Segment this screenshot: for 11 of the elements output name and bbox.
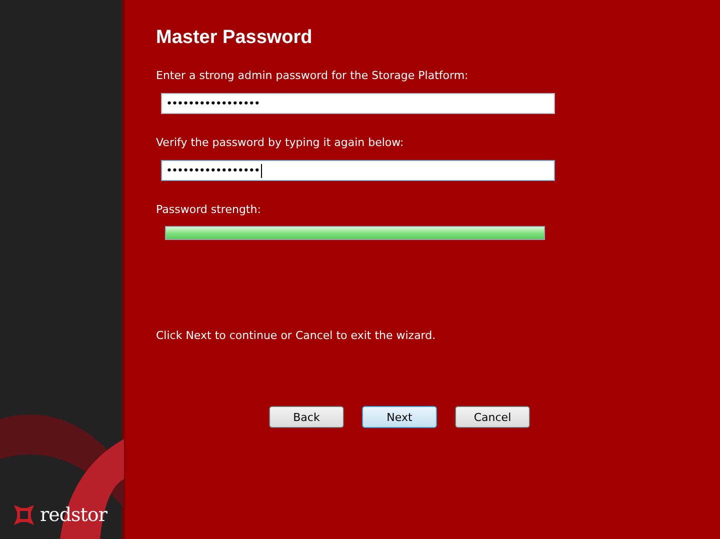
password-field[interactable]: •••••••••••••••••	[161, 93, 555, 114]
logo-icon	[12, 503, 36, 527]
wizard-button[interactable]: Back	[269, 406, 344, 428]
wizard-button[interactable]: Cancel	[455, 406, 530, 428]
field-label: Enter a strong admin password for the Storage Platform:	[156, 69, 470, 82]
wizard-button[interactable]: Next	[362, 406, 437, 428]
strength-label: Password strength:	[156, 203, 262, 216]
field-label: Verify the password by typing it again below:	[156, 136, 405, 149]
instruction-text: Click Next to continue or Cancel to exit the wizard.	[156, 329, 437, 342]
password-field[interactable]: •••••••••••••••••	[161, 160, 555, 181]
page-title: Master Password	[156, 27, 314, 49]
